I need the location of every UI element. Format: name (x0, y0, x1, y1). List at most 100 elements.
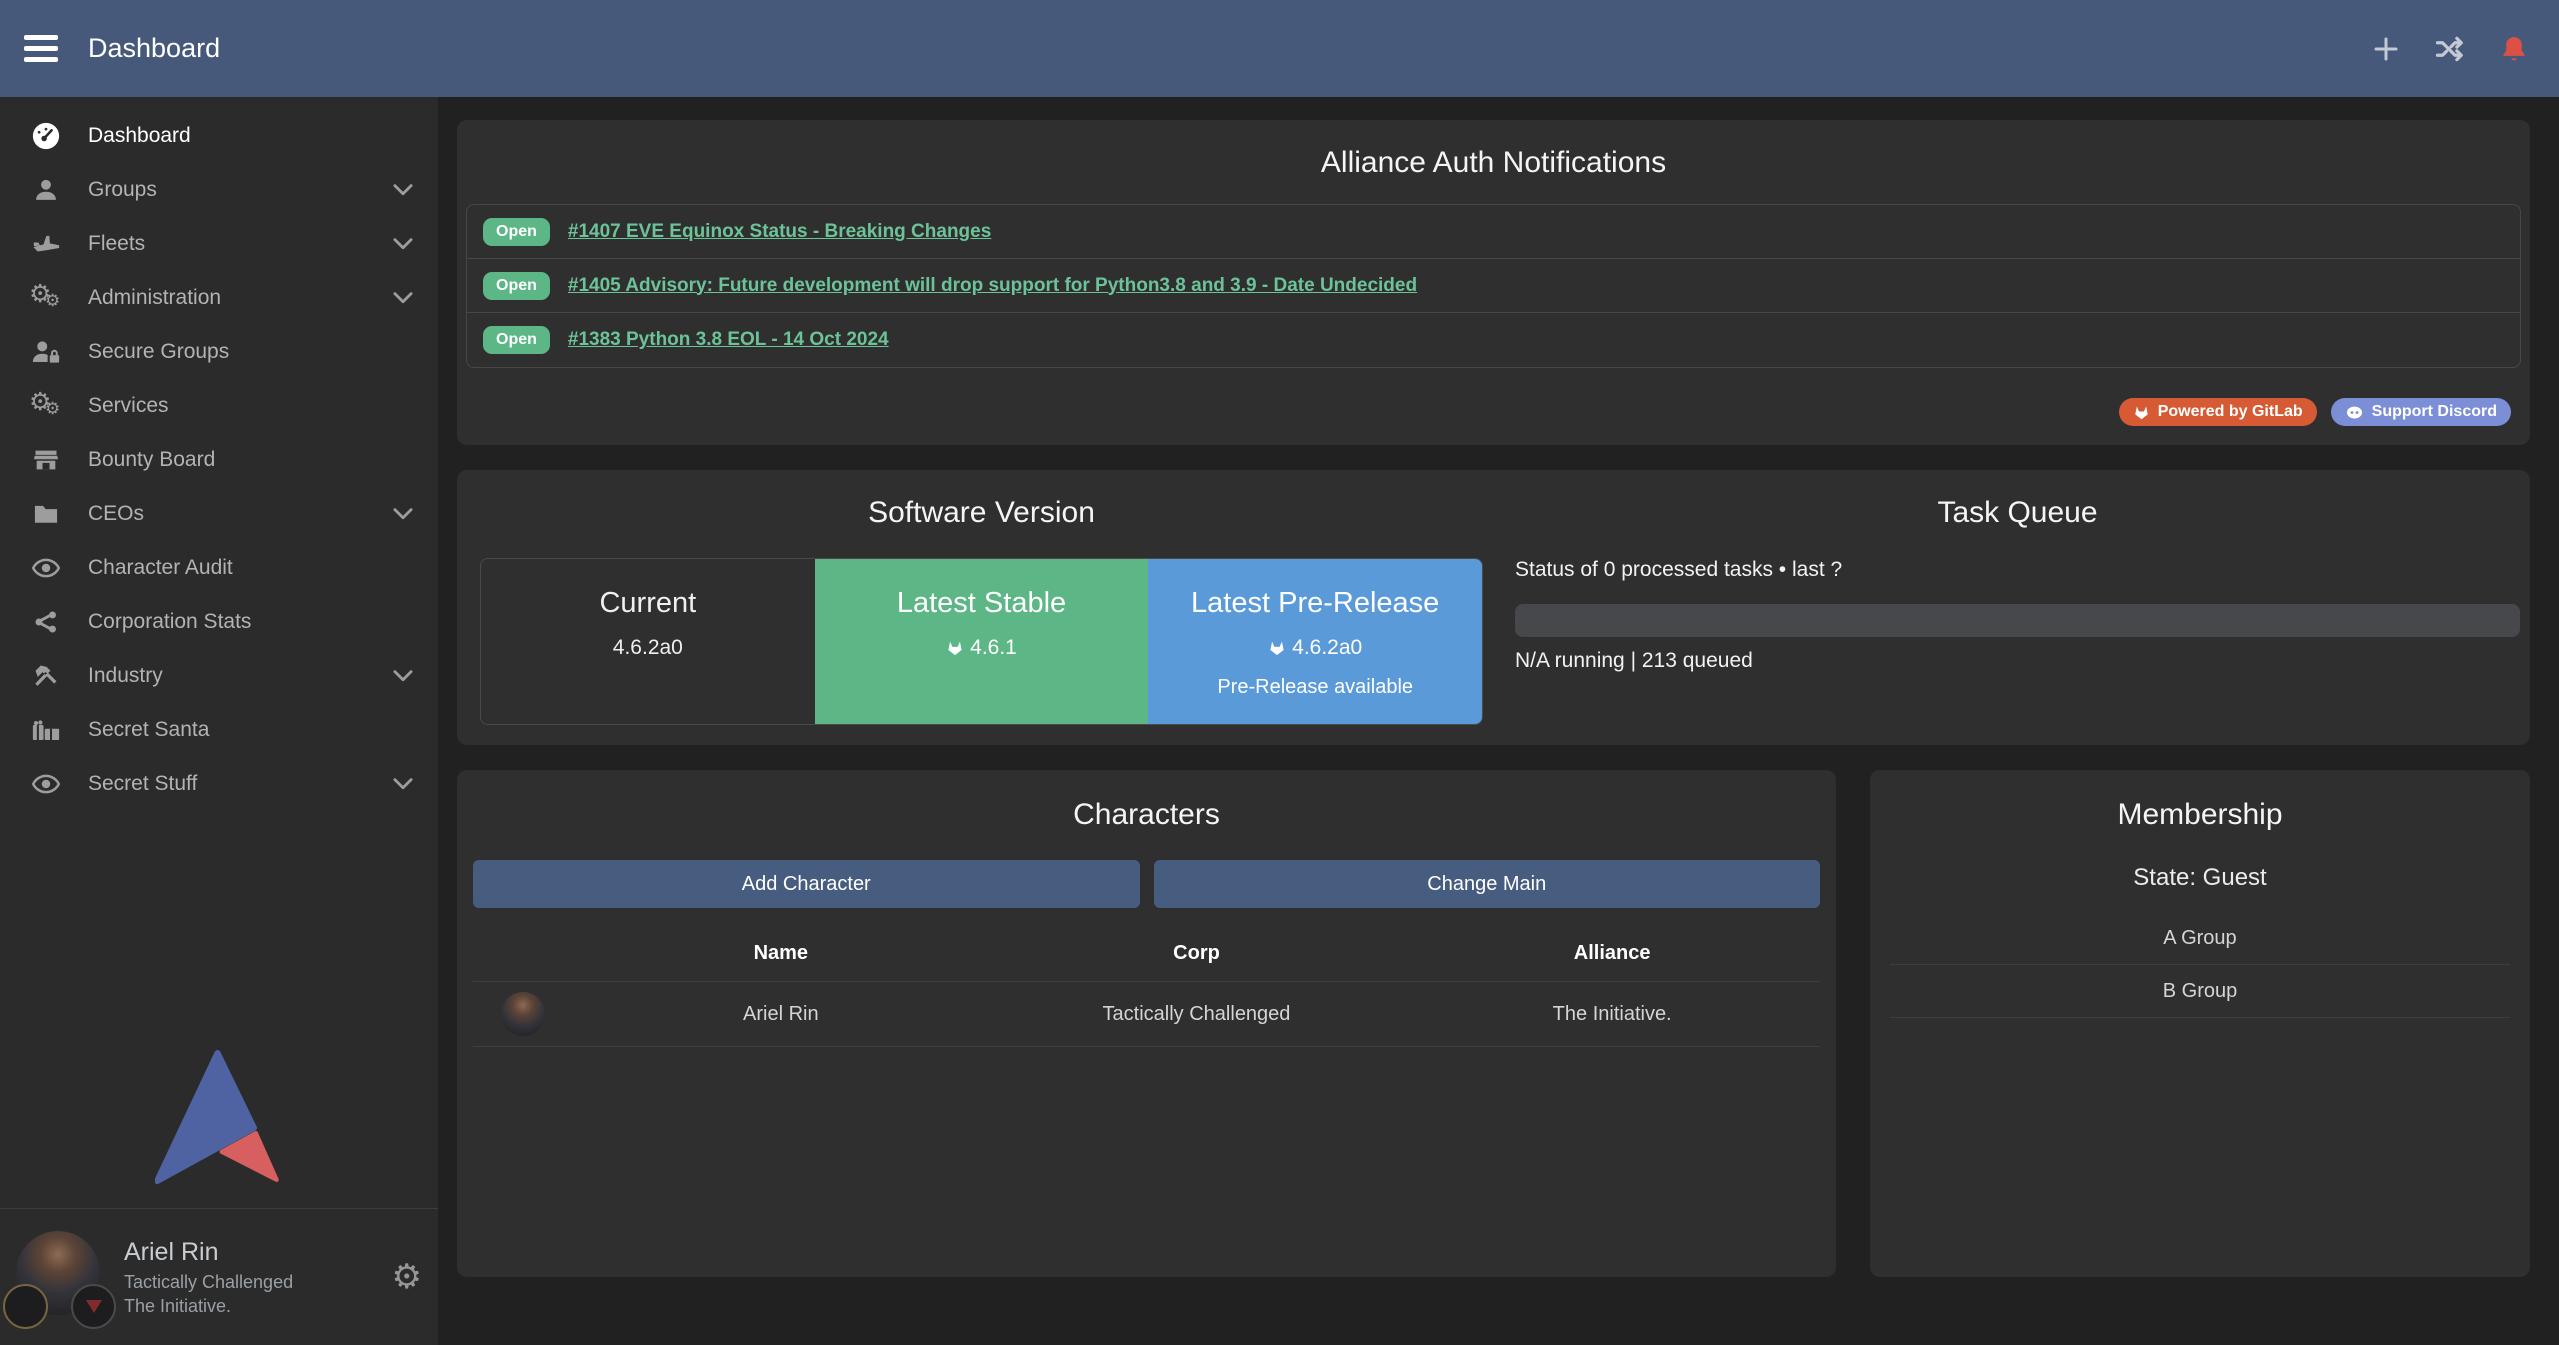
sidebar-item-label: Groups (88, 178, 157, 202)
sidebar-item-label: Secret Santa (88, 718, 209, 742)
gitlab-icon (946, 639, 964, 657)
cogs-icon: ⚙⚙ (26, 391, 66, 421)
sidebar-item-label: CEOs (88, 502, 144, 526)
notifications-list: Open #1407 EVE Equinox Status - Breaking… (466, 204, 2521, 368)
user-name: Ariel Rin (124, 1236, 293, 1270)
chevron-down-icon (390, 501, 416, 527)
chevron-down-icon (390, 771, 416, 797)
gitlab-icon (1268, 639, 1286, 657)
sidebar-user-panel: Ariel Rin Tactically Challenged The Init… (0, 1208, 438, 1345)
cogs-icon: ⚙⚙ (26, 283, 66, 313)
sidebar-item-label: Fleets (88, 232, 145, 256)
chevron-down-icon (390, 285, 416, 311)
add-character-button[interactable]: Add Character (473, 860, 1140, 908)
change-main-button[interactable]: Change Main (1154, 860, 1821, 908)
version-prerelease-cell: Latest Pre-Release 4.6.2a0 Pre-Release a… (1148, 559, 1482, 724)
character-portrait (501, 992, 545, 1036)
sidebar-item-corporation-stats[interactable]: Corporation Stats (0, 595, 438, 649)
jet-icon (26, 229, 66, 259)
task-queue-title: Task Queue (1515, 496, 2520, 530)
sidebar-item-character-audit[interactable]: Character Audit (0, 541, 438, 595)
sidebar-item-label: Industry (88, 664, 163, 688)
plus-icon[interactable] (2371, 34, 2401, 64)
sidebar-item-label: Character Audit (88, 556, 233, 580)
column-header-alliance: Alliance (1404, 930, 1820, 981)
column-header-name: Name (573, 930, 989, 981)
alliance-auth-logo (155, 1049, 280, 1184)
sidebar-item-bounty-board[interactable]: Bounty Board (0, 433, 438, 487)
characters-title: Characters (473, 798, 1820, 832)
sidebar-item-administration[interactable]: ⚙⚙ Administration (0, 271, 438, 325)
alliance-logo (71, 1284, 116, 1329)
sidebar-item-label: Corporation Stats (88, 610, 251, 634)
folder-icon (26, 500, 66, 528)
gitlab-icon (2133, 404, 2150, 421)
membership-groups-list: A Group B Group (1890, 912, 2510, 1018)
sidebar-item-label: Dashboard (88, 124, 191, 148)
character-corp: Tactically Challenged (989, 991, 1405, 1038)
sidebar-item-ceos[interactable]: CEOs (0, 487, 438, 541)
top-navbar: Dashboard (0, 0, 2559, 97)
share-icon (26, 609, 66, 635)
sidebar-item-label: Bounty Board (88, 448, 215, 472)
sidebar-item-secure-groups[interactable]: Secure Groups (0, 325, 438, 379)
hamburger-menu-icon[interactable] (24, 29, 58, 68)
eye-icon (26, 553, 66, 583)
user-lock-icon (26, 337, 66, 367)
notifications-title: Alliance Auth Notifications (466, 146, 2521, 180)
corp-logo (3, 1284, 48, 1329)
task-queue-section: Task Queue Status of 0 processed tasks •… (1493, 470, 2530, 745)
sidebar-item-industry[interactable]: Industry (0, 649, 438, 703)
chevron-down-icon (390, 177, 416, 203)
powered-by-gitlab-badge[interactable]: Powered by GitLab (2119, 398, 2317, 426)
membership-panel: Membership State: Guest A Group B Group (1870, 770, 2530, 1277)
character-name: Ariel Rin (573, 991, 989, 1038)
hammer-icon (26, 662, 66, 690)
notification-item: Open #1407 EVE Equinox Status - Breaking… (467, 205, 2520, 259)
software-version-section: Software Version Current 4.6.2a0 Latest … (457, 470, 1493, 745)
group-list-item: B Group (1890, 965, 2510, 1018)
sidebar-item-dashboard[interactable]: Dashboard (0, 109, 438, 163)
character-alliance: The Initiative. (1404, 991, 1820, 1038)
notification-link[interactable]: #1407 EVE Equinox Status - Breaking Chan… (568, 221, 991, 243)
tachometer-icon (26, 121, 66, 151)
sidebar-item-groups[interactable]: Groups (0, 163, 438, 217)
sidebar-item-secret-stuff[interactable]: Secret Stuff (0, 757, 438, 811)
characters-panel: Characters Add Character Change Main Nam… (457, 770, 1836, 1277)
chevron-down-icon (390, 231, 416, 257)
page-title: Dashboard (88, 33, 220, 64)
gear-icon[interactable]: ⚙ (392, 1260, 422, 1294)
task-queue-progressbar (1515, 604, 2520, 637)
software-version-title: Software Version (480, 496, 1483, 530)
membership-title: Membership (1890, 798, 2510, 832)
sidebar-item-fleets[interactable]: Fleets (0, 217, 438, 271)
sidebar-item-label: Secure Groups (88, 340, 229, 364)
shuffle-icon[interactable] (2435, 34, 2465, 64)
group-list-item: A Group (1890, 912, 2510, 965)
sidebar-item-secret-santa[interactable]: Secret Santa (0, 703, 438, 757)
eye-icon (26, 769, 66, 799)
gifts-icon (26, 715, 66, 745)
characters-table: Name Corp Alliance Ariel Rin Tactically … (473, 930, 1820, 1047)
notification-link[interactable]: #1405 Advisory: Future development will … (568, 275, 1417, 297)
user-alliance: The Initiative. (124, 1294, 293, 1318)
status-badge: Open (483, 326, 550, 354)
bell-icon[interactable] (2499, 34, 2529, 64)
sidebar-item-label: Administration (88, 286, 221, 310)
sidebar: Dashboard Groups Fleets (0, 97, 438, 1345)
user-corp: Tactically Challenged (124, 1270, 293, 1294)
status-badge: Open (483, 272, 550, 300)
support-discord-badge[interactable]: Support Discord (2331, 398, 2511, 426)
status-badge: Open (483, 218, 550, 246)
notification-link[interactable]: #1383 Python 3.8 EOL - 14 Oct 2024 (568, 329, 889, 351)
notifications-panel: Alliance Auth Notifications Open #1407 E… (457, 120, 2530, 445)
version-stable-cell: Latest Stable 4.6.1 (815, 559, 1149, 724)
notification-item: Open #1405 Advisory: Future development … (467, 259, 2520, 313)
sidebar-item-services[interactable]: ⚙⚙ Services (0, 379, 438, 433)
task-queue-status: Status of 0 processed tasks • last ? (1515, 558, 2520, 582)
version-comparison-box: Current 4.6.2a0 Latest Stable 4.6.1 Late… (480, 558, 1483, 725)
membership-state: State: Guest (1890, 864, 2510, 892)
chevron-down-icon (390, 663, 416, 689)
main-content: Alliance Auth Notifications Open #1407 E… (438, 97, 2559, 1345)
sidebar-menu: Dashboard Groups Fleets (0, 97, 438, 811)
